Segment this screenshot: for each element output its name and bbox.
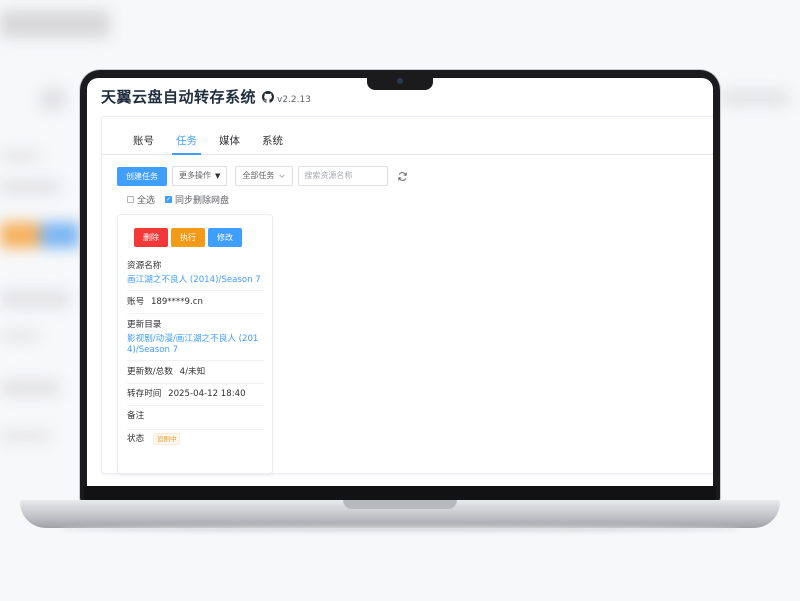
version-label: v2.2.13 xyxy=(277,95,311,105)
tab-tasks[interactable]: 任务 xyxy=(165,117,208,155)
more-actions-dropdown[interactable]: 更多操作 ▼ xyxy=(172,166,228,186)
status-label: 状态 xyxy=(127,434,145,444)
sync-delete-checkbox[interactable]: ✓ 同步删除网盘 xyxy=(165,193,229,206)
status-field: 状态 追剧中 xyxy=(127,432,264,445)
github-icon[interactable] xyxy=(262,91,275,103)
status-badge: 追剧中 xyxy=(152,433,181,445)
task-filter-select[interactable]: 全部任务 xyxy=(235,166,294,186)
tab-account[interactable]: 账号 xyxy=(122,117,165,154)
count-value: 4/未知 xyxy=(179,367,206,377)
tab-bar: 账号 任务 媒体 系统 xyxy=(102,117,713,155)
laptop-chin xyxy=(84,486,716,500)
task-filter-value: 全部任务 xyxy=(242,171,275,180)
search-input[interactable]: 搜索资源名称 xyxy=(298,166,389,186)
account-value: 189****9.cn xyxy=(150,297,203,307)
camera-icon xyxy=(397,78,403,84)
resource-label: 资源名称 xyxy=(127,261,162,271)
select-all-checkbox[interactable]: 全选 xyxy=(127,193,155,206)
delete-button[interactable]: 删除 xyxy=(134,228,168,247)
resource-value: 画江湖之不良人 (2014)/Season 7 xyxy=(127,275,261,285)
account-label: 账号 xyxy=(127,297,145,307)
task-card: 删除 执行 修改 资源名称 画江湖之不良人 (2014)/Season 7 账号… xyxy=(117,214,273,474)
app-title: 天翼云盘自动转存系统 xyxy=(101,88,257,106)
account-field: 账号 189****9.cn xyxy=(127,295,264,314)
transfer-time-label: 转存时间 xyxy=(127,389,162,399)
more-actions-label: 更多操作 xyxy=(179,171,211,180)
update-dir-field: 更新目录 影视剧/动漫/画江湖之不良人 (201 4)/Season 7 xyxy=(127,318,264,361)
task-toolbar: 创建任务 更多操作 ▼ 全部任务 搜索资源名称 xyxy=(117,166,408,186)
chevron-down-icon xyxy=(279,174,286,178)
count-label: 更新数/总数 xyxy=(127,367,173,377)
update-dir-value-line1: 影视剧/动漫/画江湖之不良人 (201 xyxy=(127,334,259,344)
main-card: 账号 任务 媒体 系统 创建任务 更多操作 ▼ 全部任务 搜索资源名称 全选 ✓… xyxy=(101,116,713,474)
checkbox-empty[interactable] xyxy=(127,196,134,203)
update-dir-label: 更新目录 xyxy=(127,320,162,330)
checkbox-checked-icon[interactable]: ✓ xyxy=(165,196,173,203)
laptop-screen: 天翼云盘自动转存系统 v2.2.13 账号 任务 媒体 系统 创建任务 更多操作… xyxy=(87,78,713,486)
laptop-shadow xyxy=(60,526,740,532)
caret-down-icon: ▼ xyxy=(215,172,221,180)
tab-media[interactable]: 媒体 xyxy=(208,117,251,154)
tab-system[interactable]: 系统 xyxy=(251,117,294,154)
refresh-icon[interactable] xyxy=(397,171,408,182)
note-field: 备注 xyxy=(127,409,264,430)
task-actions: 删除 执行 修改 xyxy=(134,228,242,247)
sync-delete-label: 同步删除网盘 xyxy=(175,196,230,206)
select-all-label: 全选 xyxy=(137,196,156,206)
transfer-time-field: 转存时间 2025-04-12 18:40 xyxy=(127,387,264,406)
update-dir-value-line2: 4)/Season 7 xyxy=(127,345,179,355)
note-label: 备注 xyxy=(127,411,145,421)
edit-button[interactable]: 修改 xyxy=(208,228,242,247)
camera-notch xyxy=(367,73,433,90)
resource-field: 资源名称 画江湖之不良人 (2014)/Season 7 xyxy=(127,259,264,291)
app-header: 天翼云盘自动转存系统 v2.2.13 xyxy=(101,86,311,107)
checkbox-row: 全选 ✓ 同步删除网盘 xyxy=(127,193,229,206)
create-task-button[interactable]: 创建任务 xyxy=(117,166,167,186)
transfer-time-value: 2025-04-12 18:40 xyxy=(168,389,246,399)
count-field: 更新数/总数 4/未知 xyxy=(127,365,264,384)
laptop-groove xyxy=(343,500,457,509)
execute-button[interactable]: 执行 xyxy=(171,228,205,247)
